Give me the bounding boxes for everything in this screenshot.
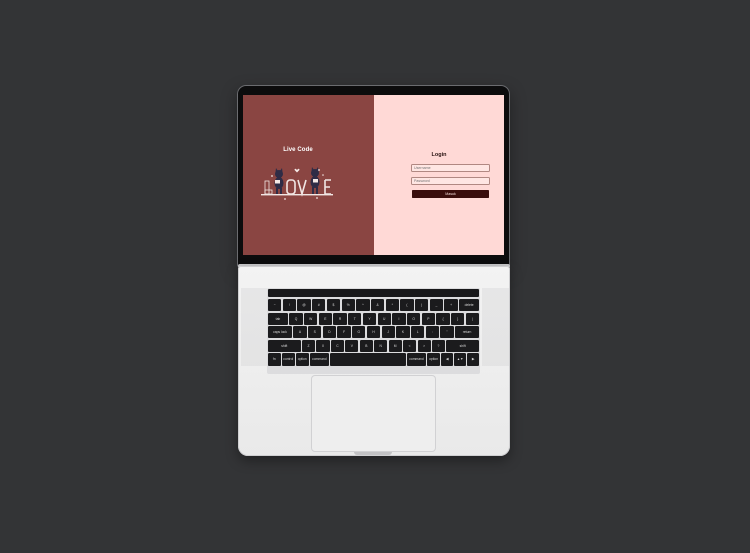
key[interactable]: F bbox=[337, 326, 351, 339]
key[interactable]: Q bbox=[289, 312, 303, 325]
key[interactable]: ? bbox=[431, 339, 445, 352]
key[interactable]: ) bbox=[415, 299, 429, 312]
key[interactable]: ^ bbox=[356, 299, 370, 312]
keyboard: ~ ! @ # $ % ^ & * ( ) _ + delete tab Q W… bbox=[267, 288, 480, 374]
arrow-up-down-key[interactable]: ▲▼ bbox=[454, 353, 466, 366]
key[interactable]: : bbox=[425, 326, 439, 339]
login-submit-button[interactable]: Masuk bbox=[412, 190, 489, 198]
brand-panel: Live Code bbox=[243, 95, 374, 255]
fn-key[interactable]: fn bbox=[268, 353, 281, 366]
command-key-left[interactable]: command bbox=[309, 353, 329, 366]
key[interactable]: ! bbox=[282, 299, 297, 312]
key[interactable]: # bbox=[312, 299, 326, 312]
key[interactable]: $ bbox=[326, 299, 341, 312]
keyboard-row-qwerty: tab Q W E R T Y U I O P { } | bbox=[268, 312, 480, 325]
key[interactable]: < bbox=[403, 339, 417, 352]
key[interactable]: } bbox=[451, 312, 465, 325]
arrow-keys: ◀ ▲▼ ▶ bbox=[441, 353, 480, 366]
key[interactable]: Y bbox=[362, 312, 377, 325]
key[interactable]: L bbox=[410, 326, 425, 339]
key[interactable]: T bbox=[348, 312, 362, 325]
key[interactable]: G bbox=[352, 326, 366, 339]
arrow-right-key[interactable]: ▶ bbox=[467, 353, 480, 366]
space-bar[interactable] bbox=[330, 353, 406, 366]
key[interactable]: > bbox=[417, 339, 431, 352]
shift-key-left[interactable]: shift bbox=[268, 339, 301, 352]
key[interactable]: U bbox=[377, 312, 391, 325]
key[interactable]: I bbox=[392, 312, 406, 325]
key[interactable]: N bbox=[374, 339, 388, 352]
key[interactable]: * bbox=[385, 299, 399, 312]
brand-title: Live Code bbox=[283, 147, 313, 153]
control-key[interactable]: control bbox=[281, 353, 295, 366]
key[interactable]: { bbox=[436, 312, 450, 325]
option-key-right[interactable]: option bbox=[427, 353, 440, 366]
key[interactable]: ~ bbox=[268, 299, 282, 312]
key[interactable]: P bbox=[421, 312, 435, 325]
key[interactable]: S bbox=[308, 326, 322, 339]
key[interactable]: @ bbox=[297, 299, 311, 312]
touch-bar[interactable] bbox=[268, 289, 479, 297]
login-panel: Login Masuk bbox=[374, 95, 504, 255]
laptop-mockup: Live Code Login Username Masuk ~ ! @ # $… bbox=[0, 0, 750, 553]
key[interactable]: B bbox=[359, 339, 373, 352]
key[interactable]: O bbox=[406, 312, 421, 325]
keyboard-row-modifiers: fn control option command command option… bbox=[268, 353, 480, 366]
key[interactable]: C bbox=[330, 339, 344, 352]
key[interactable]: E bbox=[318, 312, 333, 325]
key[interactable]: A bbox=[293, 326, 307, 339]
key[interactable]: ( bbox=[400, 299, 414, 312]
key[interactable]: J bbox=[381, 326, 395, 339]
caps-lock-key[interactable]: caps lock bbox=[268, 326, 292, 339]
keyboard-row-bottom-letters: shift Z X C V B N M < > ? shift bbox=[268, 339, 480, 352]
login-title: Login bbox=[431, 152, 447, 158]
key[interactable]: Z bbox=[302, 339, 316, 352]
shift-key-right[interactable]: shift bbox=[446, 339, 480, 352]
key[interactable]: | bbox=[465, 312, 480, 325]
key[interactable]: D bbox=[322, 326, 337, 339]
speaker-grille-right bbox=[482, 288, 509, 366]
keyboard-row-numbers: ~ ! @ # $ % ^ & * ( ) _ + delete bbox=[268, 299, 480, 312]
key[interactable]: K bbox=[396, 326, 410, 339]
return-key[interactable]: return bbox=[455, 326, 480, 339]
arrow-left-key[interactable]: ◀ bbox=[441, 353, 453, 366]
key[interactable]: " bbox=[440, 326, 454, 339]
option-key-left[interactable]: option bbox=[295, 353, 309, 366]
key[interactable]: H bbox=[366, 326, 381, 339]
key[interactable]: _ bbox=[429, 299, 444, 312]
trackpad[interactable] bbox=[311, 375, 436, 452]
password-input[interactable] bbox=[411, 177, 490, 185]
key[interactable]: % bbox=[341, 299, 355, 312]
lid-notch bbox=[354, 452, 392, 455]
delete-key[interactable]: delete bbox=[459, 299, 480, 312]
command-key-right[interactable]: command bbox=[407, 353, 426, 366]
key[interactable]: W bbox=[304, 312, 318, 325]
keyboard-row-home: caps lock A S D F G H J K L : " return bbox=[268, 326, 480, 339]
tab-key[interactable]: tab bbox=[268, 312, 288, 325]
key[interactable]: R bbox=[333, 312, 347, 325]
key[interactable]: X bbox=[316, 339, 330, 352]
key[interactable]: + bbox=[444, 299, 458, 312]
key[interactable]: & bbox=[370, 299, 385, 312]
username-input[interactable] bbox=[411, 164, 490, 172]
speaker-grille-left bbox=[241, 288, 268, 366]
key[interactable]: V bbox=[345, 339, 359, 352]
love-cats-illustration bbox=[261, 167, 333, 200]
key[interactable]: M bbox=[388, 339, 402, 352]
app-screen: Live Code Login Username Masuk bbox=[243, 95, 504, 255]
